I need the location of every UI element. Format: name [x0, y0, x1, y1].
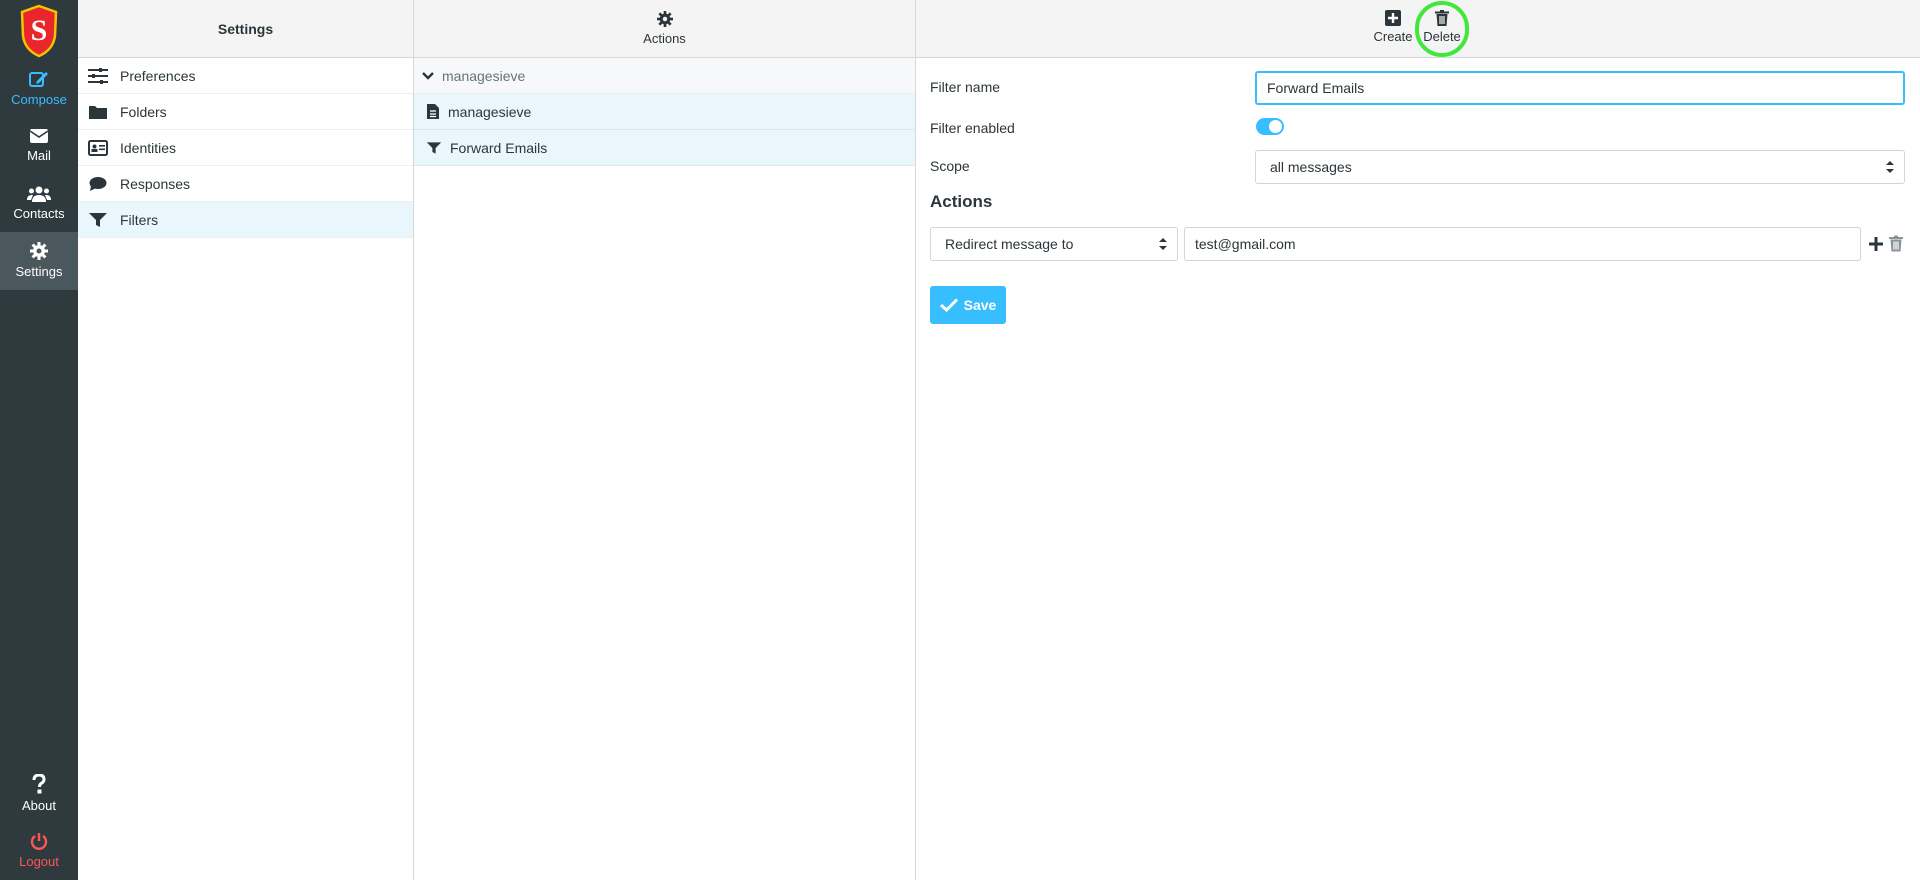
filter-set-name: managesieve: [442, 67, 526, 84]
action-type-select[interactable]: Redirect message to: [930, 227, 1178, 261]
folder-icon: [89, 105, 107, 119]
nav-mail-label: Mail: [27, 148, 51, 163]
filter-row-label: Forward Emails: [450, 139, 548, 156]
filter-row-managesieve[interactable]: managesieve: [414, 94, 915, 130]
main-nav: S Compose Mail Contacts Settings About L…: [0, 0, 78, 880]
compose-icon: [29, 72, 48, 87]
question-icon: [32, 774, 46, 794]
gear-icon: [30, 242, 48, 260]
create-button[interactable]: Create: [1369, 8, 1417, 44]
nav-about[interactable]: About: [0, 768, 78, 824]
nav-settings-label: Settings: [15, 264, 63, 279]
settings-item-filters[interactable]: Filters: [78, 202, 413, 238]
settings-title: Settings: [217, 20, 274, 37]
scope-label: Scope: [930, 158, 970, 174]
filters-actions-button[interactable]: Actions: [414, 0, 915, 58]
settings-panel: Settings Preferences Folders Identities …: [78, 0, 414, 880]
scope-value: all messages: [1270, 159, 1352, 175]
sliders-icon: [88, 67, 108, 84]
filter-name-input[interactable]: [1255, 71, 1905, 105]
settings-item-preferences[interactable]: Preferences: [78, 58, 413, 94]
nav-logout[interactable]: Logout: [0, 826, 78, 880]
settings-item-label: Filters: [120, 211, 159, 228]
check-icon: [939, 298, 958, 312]
filter-icon: [89, 212, 107, 227]
file-icon: [427, 104, 439, 119]
users-icon: [27, 186, 51, 202]
filter-name-label: Filter name: [930, 79, 1001, 95]
delete-highlight-ring: [1415, 1, 1469, 57]
nav-mail[interactable]: Mail: [0, 122, 78, 178]
app-logo-icon: S: [20, 4, 58, 58]
nav-contacts[interactable]: Contacts: [0, 180, 78, 236]
nav-settings[interactable]: Settings: [0, 232, 78, 290]
plus-square-icon: [1385, 10, 1401, 26]
filter-row-forward-emails[interactable]: Forward Emails: [414, 130, 915, 166]
filter-set-group[interactable]: managesieve: [414, 58, 915, 94]
svg-text:S: S: [31, 14, 48, 47]
settings-item-label: Folders: [120, 103, 167, 120]
filter-enabled-toggle[interactable]: [1256, 118, 1284, 135]
select-arrows-icon: [1886, 161, 1894, 173]
settings-item-label: Identities: [120, 139, 177, 156]
select-arrows-icon: [1159, 238, 1167, 250]
scope-select[interactable]: all messages: [1255, 150, 1905, 184]
nav-logout-label: Logout: [19, 854, 59, 869]
nav-contacts-label: Contacts: [13, 206, 65, 221]
nav-compose[interactable]: Compose: [0, 64, 78, 120]
filter-icon: [426, 141, 442, 154]
envelope-icon: [29, 129, 49, 143]
nav-compose-label: Compose: [11, 92, 67, 107]
filters-list-panel: Actions managesieve managesieve Forward …: [414, 0, 916, 880]
action-target-input[interactable]: [1184, 227, 1861, 261]
comment-icon: [89, 176, 107, 191]
filter-enabled-label: Filter enabled: [930, 120, 1015, 136]
save-label: Save: [963, 297, 997, 313]
settings-item-label: Responses: [120, 175, 191, 192]
save-button[interactable]: Save: [930, 286, 1006, 324]
settings-item-folders[interactable]: Folders: [78, 94, 413, 130]
filter-detail-panel: Create Delete Filter name Filter enabled…: [916, 0, 1920, 880]
settings-item-label: Preferences: [120, 67, 196, 84]
actions-label: Actions: [643, 31, 686, 46]
filter-row-label: managesieve: [448, 103, 532, 120]
id-card-icon: [88, 139, 108, 156]
remove-action-icon[interactable]: [1889, 235, 1903, 252]
settings-item-responses[interactable]: Responses: [78, 166, 413, 202]
action-type-value: Redirect message to: [945, 236, 1074, 252]
actions-section-title: Actions: [930, 192, 993, 211]
add-action-icon[interactable]: [1868, 236, 1884, 252]
settings-header: Settings: [78, 0, 413, 58]
nav-about-label: About: [22, 798, 56, 813]
settings-item-identities[interactable]: Identities: [78, 130, 413, 166]
gear-icon: [656, 11, 673, 27]
create-label: Create: [1373, 29, 1413, 44]
power-icon: [30, 833, 48, 850]
chevron-down-icon: [422, 71, 434, 80]
detail-toolbar: Create Delete: [916, 0, 1920, 58]
